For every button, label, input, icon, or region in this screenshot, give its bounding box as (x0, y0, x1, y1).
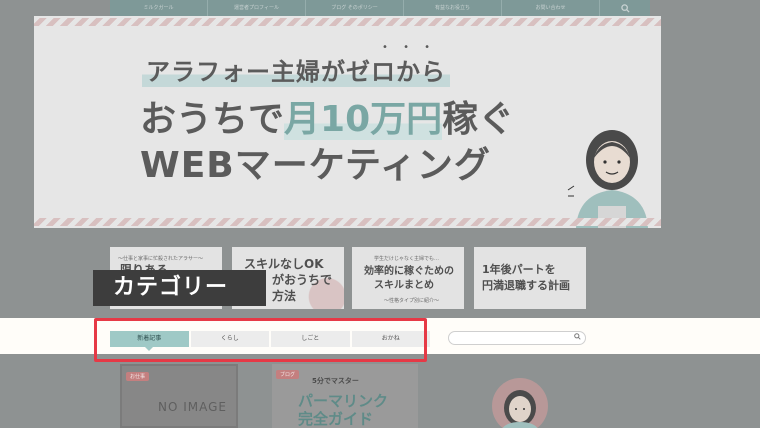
hero-subtitle: アラフォー主婦がゼロから (142, 52, 450, 87)
avatar (492, 378, 548, 428)
category-badge: お仕事 (126, 372, 150, 381)
search-icon (620, 3, 630, 13)
nav-item-profile[interactable]: 運営者プロフィール (208, 0, 306, 16)
post-card[interactable]: お仕事 NO IMAGE (120, 364, 238, 428)
hero-title-line1: おうちで月10万円稼ぐ (140, 90, 514, 142)
hero-title-pre: おうちで (140, 99, 285, 140)
stripe-decoration (34, 218, 661, 226)
card-title: 1年後パートを (482, 263, 556, 276)
hero-title-highlight: 月10万円 (284, 99, 443, 140)
hero-title-post: 稼ぐ (442, 99, 515, 140)
nav-item-home[interactable]: ミルクガール (110, 0, 208, 16)
card-title: 効率的に稼ぐための (364, 266, 454, 277)
post-card[interactable] (458, 364, 584, 428)
stripe-decoration (34, 18, 661, 26)
card-title-3: 方法 (272, 289, 297, 303)
feature-card[interactable]: 1年後パートを 円満退職する計画 (474, 247, 586, 309)
no-image-placeholder: NO IMAGE (158, 400, 228, 414)
category-label: カテゴリー (93, 270, 266, 306)
highlight-box (94, 318, 427, 362)
nav-item-contact[interactable]: お問い合わせ (502, 0, 600, 16)
nav-item-useful[interactable]: 有益なお役立ち (404, 0, 502, 16)
post-kicker: 5分でマスター (312, 377, 359, 385)
hero-banner[interactable]: • • • アラフォー主婦がゼロから おうちで月10万円稼ぐ WEBマーケティン… (34, 16, 661, 228)
post-card[interactable]: ブログ 5分でマスター パーマリンク 完全ガイド (272, 364, 418, 428)
card-title-2: 円満退職する計画 (482, 279, 570, 292)
post-title-line2: 完全ガイド (298, 410, 374, 428)
card-title: スキルなしOK (244, 257, 324, 271)
nav-item-policy[interactable]: ブログ そのポリシー (306, 0, 404, 16)
feature-card[interactable]: 学生だけじゃなく主婦でも… 効率的に稼ぐための スキルまとめ 〜性格タイプ別に紹… (352, 247, 464, 309)
woman-avatar-illustration (502, 390, 538, 428)
category-badge: ブログ (276, 370, 300, 379)
card-small-text: 学生だけじゃなく主婦でも… (374, 256, 440, 262)
card-title-2: がおうちで (272, 273, 333, 287)
top-nav: ミルクガール 運営者プロフィール ブログ そのポリシー 有益なお役立ち お問い合… (110, 0, 650, 16)
nav-search-button[interactable] (600, 0, 650, 16)
search-icon (574, 333, 581, 340)
card-title-2: スキルまとめ (374, 280, 434, 291)
search-input[interactable] (448, 331, 586, 345)
card-sub-text: 〜性格タイプ別に紹介〜 (384, 298, 440, 304)
hero-title-line2: WEBマーケティング (140, 145, 491, 186)
woman-illustration (567, 130, 648, 228)
card-small-text: 〜仕事と家事に忙殺されたアラサー〜 (118, 256, 204, 262)
